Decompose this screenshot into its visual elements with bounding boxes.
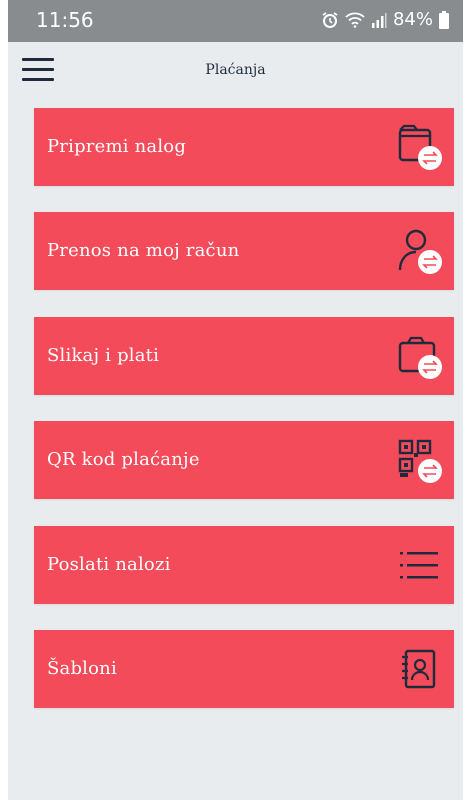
tile-poslati-nalozi[interactable]: Poslati nalozi [34,526,454,604]
wifi-icon [345,12,365,28]
tile-qr-kod-placanje[interactable]: QR kod plaćanje [34,421,454,499]
tile-label: Poslati nalozi [47,554,171,575]
contact-book-icon [394,642,444,696]
person-transfer-icon [394,224,444,278]
tile-sabloni[interactable]: Šabloni [34,630,454,708]
tile-label: QR kod plaćanje [47,449,200,470]
battery-percent: 84% [392,9,433,30]
tile-label: Prenos na moj račun [47,240,240,261]
status-time: 11:56 [36,8,94,32]
order-form-transfer-icon [394,120,444,174]
qr-code-transfer-icon [394,433,444,487]
tile-label: Šabloni [47,658,117,679]
tile-label: Pripremi nalog [47,136,187,157]
list-icon [394,538,444,592]
app-header: Plaćanja [8,42,463,98]
alarm-icon [321,11,339,29]
page-title: Plaćanja [205,62,266,78]
tile-prenos-na-moj-racun[interactable]: Prenos na moj račun [34,212,454,290]
tile-pripremi-nalog[interactable]: Pripremi nalog [34,108,454,186]
status-bar: 11:56 84% [8,0,463,42]
battery-icon [439,10,449,29]
signal-icon [371,12,387,28]
app-screen: 11:56 84% Plaćanja Pripremi nalog Prenos… [8,0,463,800]
tile-slikaj-i-plati[interactable]: Slikaj i plati [34,317,454,395]
tile-label: Slikaj i plati [47,345,160,366]
camera-transfer-icon [394,329,444,383]
status-icons: 84% [321,9,449,30]
